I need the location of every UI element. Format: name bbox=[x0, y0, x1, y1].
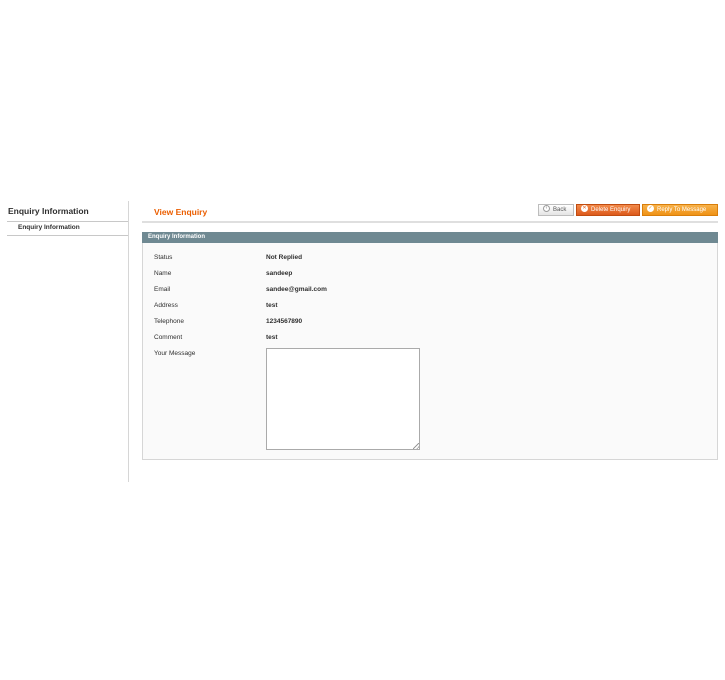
email-value: sandee@gmail.com bbox=[266, 286, 327, 293]
page-title: View Enquiry bbox=[154, 207, 208, 217]
fieldset-body: Status Not Replied Name sandeep Email sa… bbox=[142, 243, 718, 460]
reply-to-message-button-label: Reply To Message bbox=[657, 207, 707, 213]
sidebar: Enquiry Information Enquiry Information bbox=[0, 201, 129, 482]
delete-enquiry-button-label: Delete Enquiry bbox=[591, 207, 631, 213]
check-icon: ✓ bbox=[647, 205, 654, 213]
email-label: Email bbox=[154, 286, 171, 293]
your-message-label: Your Message bbox=[154, 350, 196, 357]
back-button-label: Back bbox=[553, 207, 567, 213]
content-header: View Enquiry ‹ Back ✕ Delete Enquiry ✓ Repl… bbox=[142, 201, 718, 223]
your-message-textarea[interactable] bbox=[266, 348, 420, 450]
sidebar-tab-enquiry-information[interactable]: Enquiry Information bbox=[7, 222, 128, 236]
fieldset-legend: Enquiry Information bbox=[148, 234, 205, 240]
comment-value: test bbox=[266, 334, 278, 341]
telephone-label: Telephone bbox=[154, 318, 184, 325]
fieldset-header: Enquiry Information bbox=[142, 232, 718, 243]
delete-enquiry-button[interactable]: ✕ Delete Enquiry bbox=[576, 204, 640, 216]
reply-to-message-button[interactable]: ✓ Reply To Message bbox=[642, 204, 718, 216]
address-value: test bbox=[266, 302, 278, 309]
admin-page: Enquiry Information Enquiry Information … bbox=[0, 0, 725, 680]
comment-label: Comment bbox=[154, 334, 183, 341]
resize-grip-icon[interactable] bbox=[413, 443, 419, 449]
name-label: Name bbox=[154, 270, 172, 277]
telephone-value: 1234567890 bbox=[266, 318, 303, 325]
sidebar-tab-label: Enquiry Information bbox=[18, 224, 80, 231]
back-button[interactable]: ‹ Back bbox=[538, 204, 574, 216]
status-value: Not Replied bbox=[266, 254, 303, 261]
address-label: Address bbox=[154, 302, 178, 309]
delete-icon: ✕ bbox=[581, 205, 588, 213]
back-arrow-icon: ‹ bbox=[543, 205, 550, 213]
name-value: sandeep bbox=[266, 270, 293, 277]
status-label: Status bbox=[154, 254, 173, 261]
sidebar-title: Enquiry Information bbox=[8, 206, 89, 216]
